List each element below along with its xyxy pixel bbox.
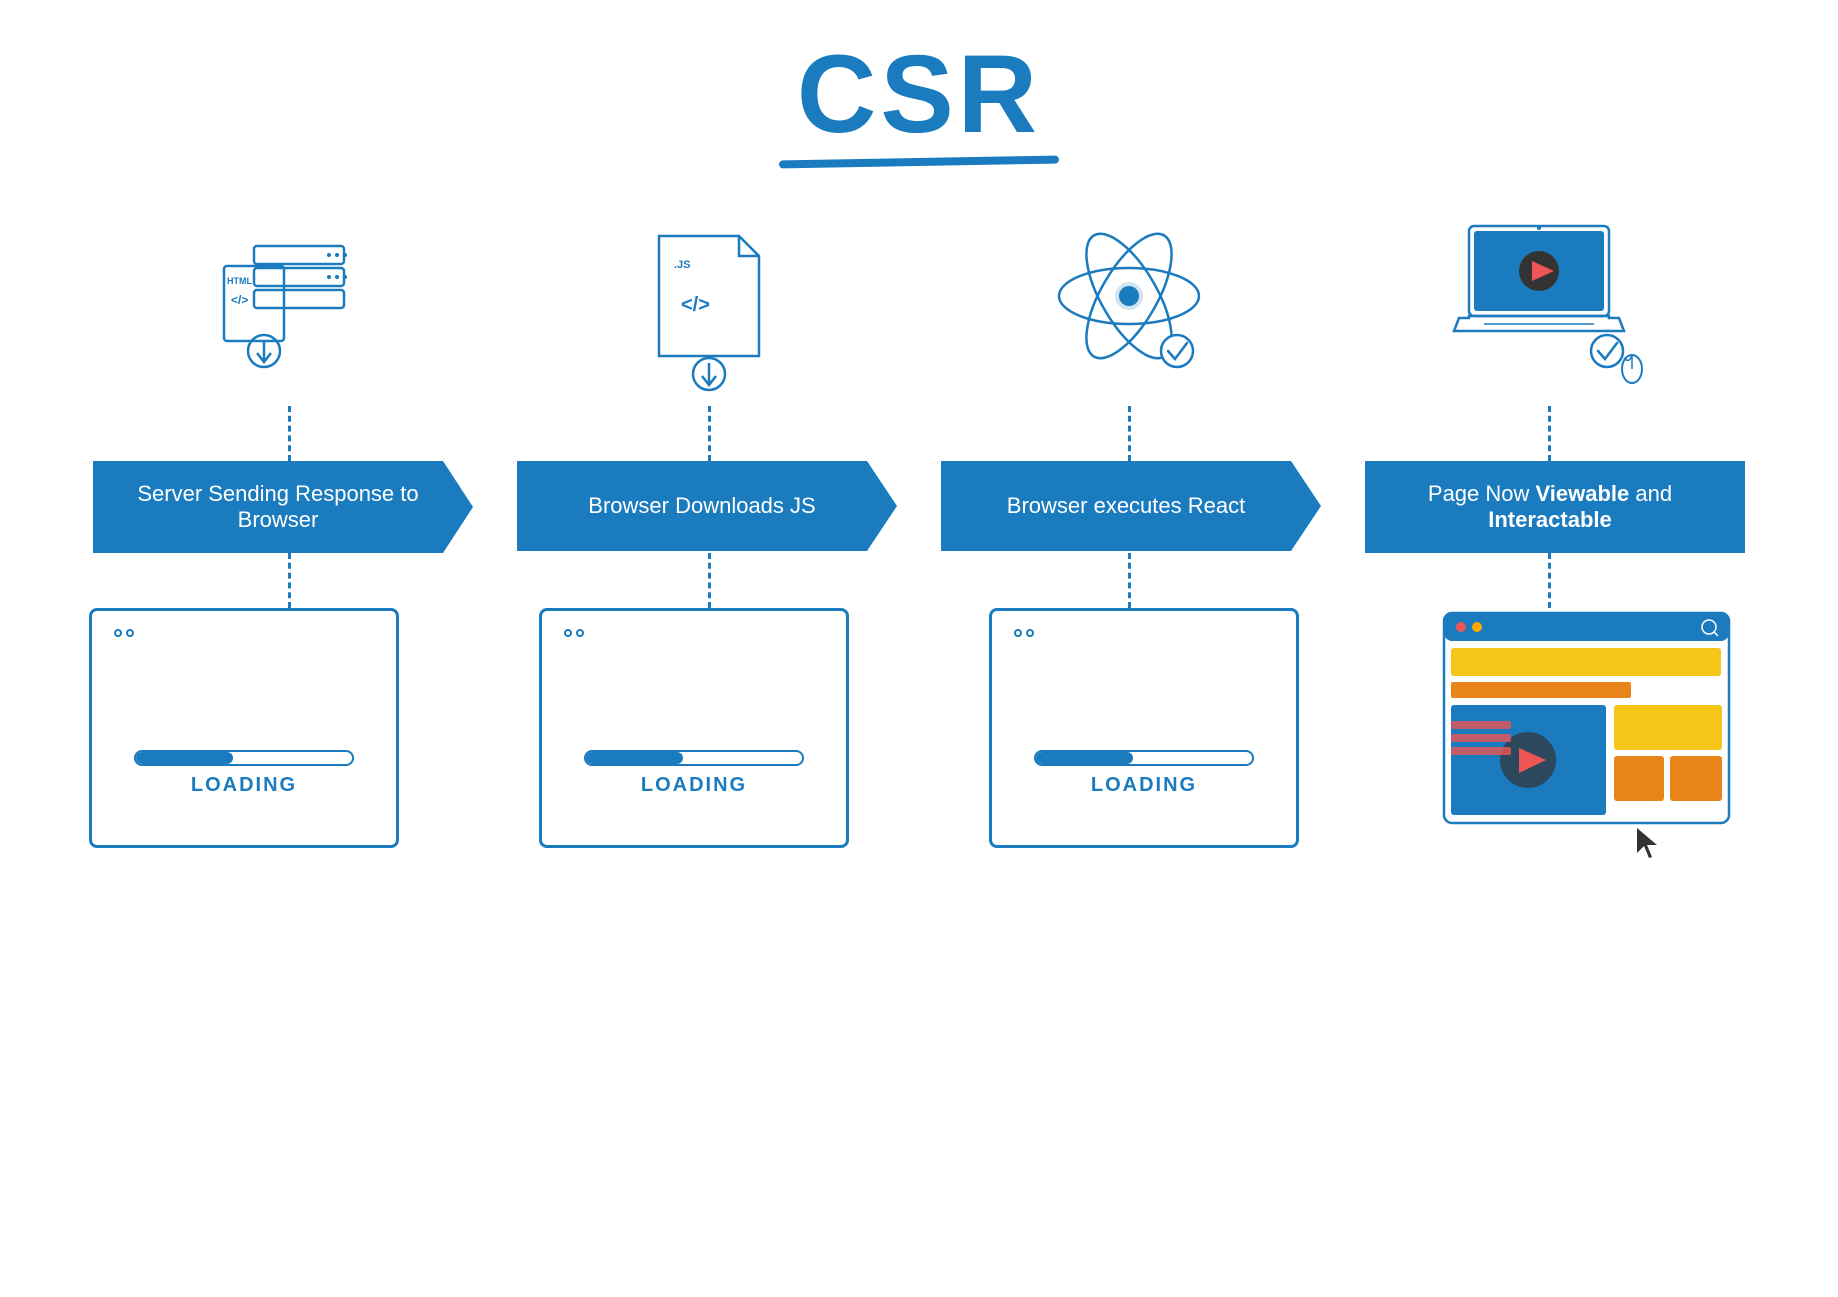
loading-bar-track-2	[584, 750, 804, 766]
step2-banner: Browser Downloads JS	[517, 461, 897, 551]
loading-bar-fill-3	[1036, 752, 1133, 764]
loading-label-3: LOADING	[1010, 774, 1278, 797]
loading-screen-2: LOADING	[539, 608, 849, 848]
connector2-col-4	[1339, 553, 1759, 608]
flow-container: HTML </> .JS </>	[0, 206, 1838, 888]
loading-screen-1: LOADING	[89, 608, 399, 848]
screen-dots-1	[114, 629, 134, 637]
loading-col-3: LOADING	[934, 608, 1354, 848]
banner-col-4: Page Now Viewable and Interactable	[1345, 461, 1765, 553]
connector-v2-3	[1128, 553, 1131, 608]
loading-col-1: LOADING	[34, 608, 454, 848]
loading-bar-fill-2	[586, 752, 683, 764]
connector-v-1	[288, 406, 291, 461]
col-4	[1339, 206, 1759, 406]
connector-col-1	[79, 406, 499, 461]
connector2-col-3	[919, 553, 1339, 608]
svg-text:</>: </>	[231, 293, 248, 307]
screen-dots-3	[1014, 629, 1034, 637]
dot	[576, 629, 584, 637]
svg-text:.JS: .JS	[674, 259, 691, 271]
step2-label: Browser Downloads JS	[588, 493, 815, 519]
final-col	[1384, 608, 1804, 888]
banner-col-1: Server Sending Response to Browser	[73, 461, 493, 553]
screen-dots-2	[564, 629, 584, 637]
connector2-col-1	[79, 553, 499, 608]
loading-bar-container-1: LOADING	[110, 750, 378, 797]
loading-bar-container-3: LOADING	[1010, 750, 1278, 797]
connector-v2-2	[708, 553, 711, 608]
step4-label: Page Now Viewable and Interactable	[1385, 481, 1715, 533]
loading-col-2: LOADING	[484, 608, 904, 848]
connector-v-4	[1548, 406, 1551, 461]
dot	[1026, 629, 1034, 637]
step1-banner: Server Sending Response to Browser	[93, 461, 473, 553]
bottom-row: LOADING LOADING	[0, 608, 1838, 888]
step3-banner: Browser executes React	[941, 461, 1321, 551]
dot	[564, 629, 572, 637]
icons-row: HTML </> .JS </>	[0, 206, 1838, 406]
banners-row: Server Sending Response to Browser Brows…	[0, 461, 1838, 553]
connector-v-3	[1128, 406, 1131, 461]
banner-col-3: Browser executes React	[921, 461, 1341, 553]
col-3	[919, 206, 1339, 406]
loading-label-1: LOADING	[110, 774, 378, 797]
banner-col-2: Browser Downloads JS	[497, 461, 917, 553]
col-2: .JS </>	[499, 206, 919, 406]
step1-label: Server Sending Response to Browser	[113, 481, 443, 533]
loading-bar-container-2: LOADING	[560, 750, 828, 797]
step4-banner: Page Now Viewable and Interactable	[1365, 461, 1745, 553]
connectors-row-1	[0, 406, 1838, 461]
connector-v2-1	[288, 553, 291, 608]
loading-screen-3: LOADING	[989, 608, 1299, 848]
react-atom-icon	[1029, 206, 1229, 406]
connector-col-3	[919, 406, 1339, 461]
dot	[1014, 629, 1022, 637]
title-underline	[779, 156, 1059, 169]
loading-label-2: LOADING	[560, 774, 828, 797]
loading-bar-track-1	[134, 750, 354, 766]
svg-text:HTML: HTML	[227, 276, 252, 286]
connector-col-2	[499, 406, 919, 461]
col-1: HTML </>	[79, 206, 499, 406]
page-title: CSR	[779, 40, 1059, 150]
dot	[114, 629, 122, 637]
loading-bar-fill-1	[136, 752, 233, 764]
title-section: CSR	[779, 40, 1059, 166]
html-server-icon: HTML </>	[189, 206, 389, 406]
svg-text:</>: </>	[681, 294, 710, 316]
connectors-row-2	[0, 553, 1838, 608]
connector-col-4	[1339, 406, 1759, 461]
laptop-icon	[1449, 206, 1649, 406]
connector-v-2	[708, 406, 711, 461]
step3-label: Browser executes React	[1007, 493, 1245, 519]
finished-screen	[1439, 608, 1749, 888]
connector-v2-4	[1548, 553, 1551, 608]
loading-bar-track-3	[1034, 750, 1254, 766]
js-file-icon: .JS </>	[609, 206, 809, 406]
dot	[126, 629, 134, 637]
connector2-col-2	[499, 553, 919, 608]
